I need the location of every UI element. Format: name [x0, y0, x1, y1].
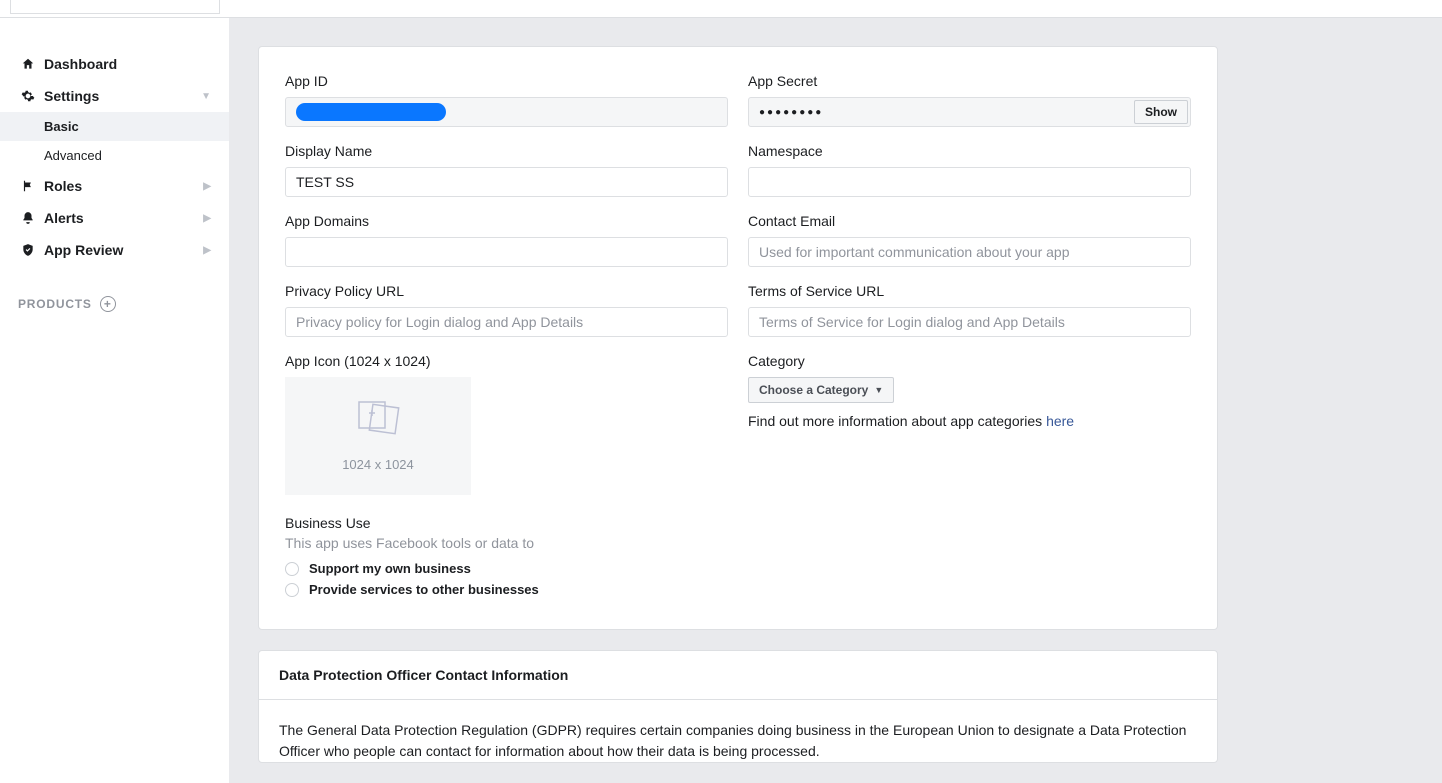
contact-email-input[interactable] [748, 237, 1191, 267]
privacy-url-input[interactable] [285, 307, 728, 337]
products-heading: PRODUCTS + [0, 266, 229, 320]
app-id-redacted [296, 103, 446, 121]
caret-down-icon: ▼ [201, 91, 211, 102]
dpo-title: Data Protection Officer Contact Informat… [259, 651, 1217, 700]
bell-icon [18, 210, 38, 226]
category-dropdown[interactable]: Choose a Category ▼ [748, 377, 894, 403]
shield-check-icon [18, 242, 38, 258]
nav-sublabel: Basic [44, 119, 79, 134]
nav-label: Settings [44, 88, 99, 104]
category-help-text: Find out more information about app cate… [748, 413, 1191, 429]
tos-url-label: Terms of Service URL [748, 283, 1191, 299]
gear-icon [18, 88, 38, 104]
main-content: App ID App Secret ●●●●●●●● Show [230, 18, 1442, 783]
app-id-field[interactable] [285, 97, 728, 127]
top-bar-placeholder [10, 0, 220, 14]
nav-label: Roles [44, 178, 82, 194]
sidebar-item-dashboard[interactable]: Dashboard [0, 48, 229, 80]
products-label: PRODUCTS [18, 297, 92, 311]
radio-label: Provide services to other businesses [309, 582, 539, 597]
business-use-option-services[interactable]: Provide services to other businesses [285, 582, 1191, 597]
sidebar-item-roles[interactable]: Roles ▶ [0, 170, 229, 202]
tos-url-input[interactable] [748, 307, 1191, 337]
app-domains-label: App Domains [285, 213, 728, 229]
app-icon-upload[interactable]: 1024 x 1024 [285, 377, 471, 495]
contact-email-label: Contact Email [748, 213, 1191, 229]
category-label: Category [748, 353, 1191, 369]
app-secret-label: App Secret [748, 73, 1191, 89]
add-product-button[interactable]: + [100, 296, 116, 312]
nav-sublabel: Advanced [44, 148, 102, 163]
app-secret-field[interactable]: ●●●●●●●● [748, 97, 1191, 127]
business-use-option-own[interactable]: Support my own business [285, 561, 1191, 576]
sidebar: Dashboard Settings ▼ Basic Advanced Role… [0, 18, 230, 783]
display-name-input[interactable] [285, 167, 728, 197]
sidebar-subitem-basic[interactable]: Basic [0, 112, 229, 141]
app-domains-input[interactable] [285, 237, 728, 267]
privacy-url-label: Privacy Policy URL [285, 283, 728, 299]
app-icon-dim-text: 1024 x 1024 [342, 457, 414, 472]
chevron-right-icon: ▶ [203, 213, 211, 224]
chevron-right-icon: ▶ [203, 245, 211, 256]
app-icon-label: App Icon (1024 x 1024) [285, 353, 728, 369]
dpo-body: The General Data Protection Regulation (… [259, 700, 1217, 762]
dpo-card: Data Protection Officer Contact Informat… [258, 650, 1218, 763]
top-bar [0, 0, 1442, 18]
namespace-input[interactable] [748, 167, 1191, 197]
nav-label: Alerts [44, 210, 84, 226]
nav-label: App Review [44, 242, 123, 258]
sidebar-item-settings[interactable]: Settings ▼ [0, 80, 229, 112]
show-secret-button[interactable]: Show [1134, 100, 1188, 124]
home-icon [18, 56, 38, 72]
image-upload-icon [353, 400, 403, 445]
radio-icon [285, 583, 299, 597]
sidebar-item-alerts[interactable]: Alerts ▶ [0, 202, 229, 234]
category-selected: Choose a Category [759, 383, 868, 397]
flag-icon [18, 178, 38, 194]
radio-label: Support my own business [309, 561, 471, 576]
sidebar-item-app-review[interactable]: App Review ▶ [0, 234, 229, 266]
chevron-right-icon: ▶ [203, 181, 211, 192]
business-use-desc: This app uses Facebook tools or data to [285, 535, 1191, 551]
app-secret-masked: ●●●●●●●● [759, 107, 823, 118]
sidebar-subitem-advanced[interactable]: Advanced [0, 141, 229, 170]
namespace-label: Namespace [748, 143, 1191, 159]
basic-settings-card: App ID App Secret ●●●●●●●● Show [258, 46, 1218, 630]
radio-icon [285, 562, 299, 576]
display-name-label: Display Name [285, 143, 728, 159]
business-use-label: Business Use [285, 515, 1191, 531]
nav-label: Dashboard [44, 56, 117, 72]
app-id-label: App ID [285, 73, 728, 89]
caret-down-icon: ▼ [874, 385, 883, 395]
category-help-link[interactable]: here [1046, 413, 1074, 429]
